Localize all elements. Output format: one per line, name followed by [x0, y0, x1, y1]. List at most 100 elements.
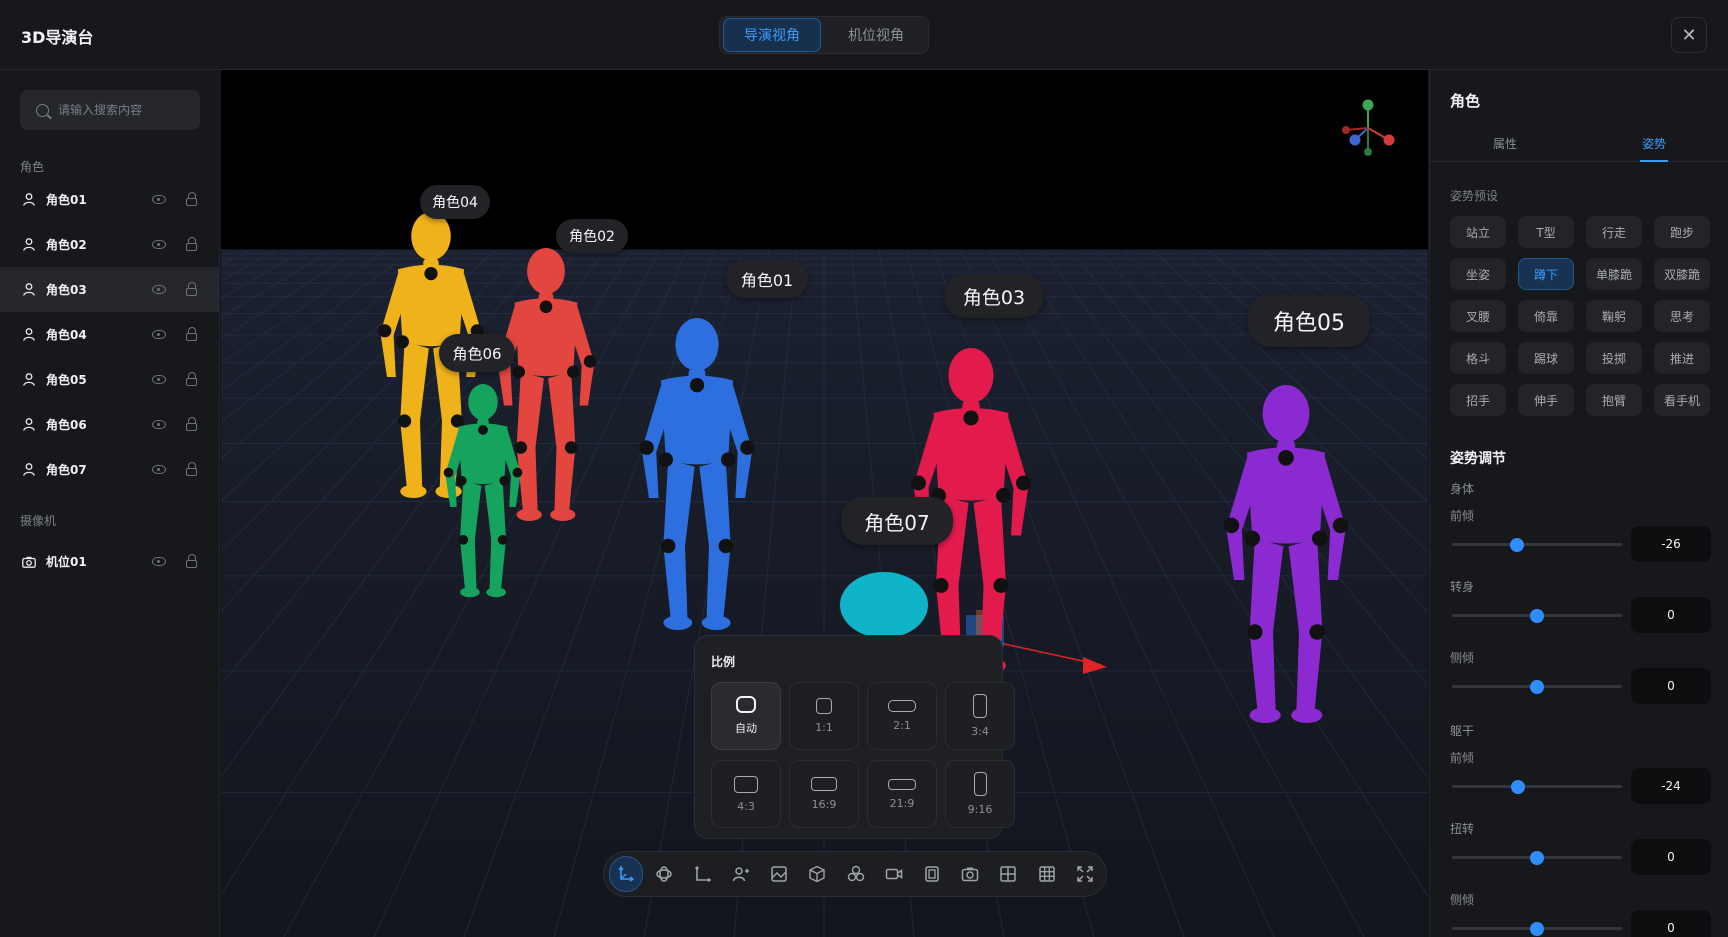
lock-icon[interactable] — [186, 237, 197, 251]
pose-preset-button[interactable]: 叉腰 — [1450, 300, 1506, 332]
pose-preset-button[interactable]: 格斗 — [1450, 342, 1506, 374]
fullscreen-tool-button[interactable] — [1068, 856, 1102, 892]
pose-preset-button[interactable]: 站立 — [1450, 216, 1506, 248]
slider-handle[interactable] — [1530, 922, 1544, 936]
person-icon — [22, 418, 36, 432]
pose-preset-button[interactable]: 投掷 — [1586, 342, 1642, 374]
lock-icon[interactable] — [186, 327, 197, 341]
slider-label: 扭转 — [1450, 822, 1475, 836]
grid-2-icon — [1000, 866, 1017, 882]
bend-axis-tool-button[interactable] — [686, 856, 720, 892]
camera-tool-button[interactable] — [953, 856, 987, 892]
pose-slider[interactable] — [1452, 538, 1622, 552]
ratio-option[interactable]: 1:1 — [789, 682, 859, 750]
pose-preset-button[interactable]: 推进 — [1654, 342, 1710, 374]
pose-preset-button[interactable]: 看手机 — [1654, 384, 1710, 416]
ratio-option[interactable]: 2:1 — [867, 682, 937, 750]
pose-preset-button[interactable]: 鞠躬 — [1586, 300, 1642, 332]
eye-icon[interactable] — [152, 375, 166, 384]
pose-preset-button[interactable]: 倚靠 — [1518, 300, 1574, 332]
rotate-tool-button[interactable] — [647, 856, 681, 892]
search-box[interactable] — [20, 90, 200, 130]
slider-value-input[interactable]: 0 — [1631, 839, 1711, 875]
pose-slider[interactable] — [1452, 680, 1622, 694]
image-tool-button[interactable] — [762, 856, 796, 892]
tab-properties[interactable]: 属性 — [1493, 135, 1517, 152]
pose-slider[interactable] — [1452, 609, 1622, 623]
person-icon — [22, 328, 36, 342]
pose-preset-button[interactable]: 招手 — [1450, 384, 1506, 416]
lock-icon[interactable] — [186, 462, 197, 476]
search-input[interactable] — [58, 103, 188, 117]
ratio-option[interactable]: 自动 — [711, 682, 781, 750]
pose-preset-button[interactable]: 踢球 — [1518, 342, 1574, 374]
axis-move-tool-button[interactable] — [609, 856, 644, 892]
tab-camera-view[interactable]: 机位视角 — [827, 18, 925, 52]
ratio-option[interactable]: 9:16 — [945, 760, 1015, 828]
pose-preset-button[interactable]: 坐姿 — [1450, 258, 1506, 290]
pose-preset-button[interactable]: 抱臂 — [1586, 384, 1642, 416]
pose-slider[interactable] — [1452, 780, 1622, 794]
eye-icon[interactable] — [152, 240, 166, 249]
video-camera-tool-button[interactable] — [877, 856, 911, 892]
ratio-shape-icon — [888, 778, 916, 790]
ratio-option[interactable]: 3:4 — [945, 682, 1015, 750]
slider-handle[interactable] — [1509, 538, 1524, 552]
ratio-option[interactable]: 4:3 — [711, 760, 781, 828]
eye-icon[interactable] — [152, 285, 166, 294]
pose-preset-button[interactable]: 行走 — [1586, 216, 1642, 248]
lock-icon[interactable] — [186, 554, 197, 568]
slider-value-input[interactable]: -26 — [1631, 526, 1711, 562]
ratio-label: 1:1 — [815, 721, 833, 734]
frame-tool-button[interactable] — [915, 856, 949, 892]
list-item-role[interactable]: 角色07 — [0, 447, 219, 492]
list-item-role[interactable]: 角色02 — [0, 222, 219, 267]
grid-2-tool-button[interactable] — [991, 856, 1025, 892]
cube-tool-button[interactable] — [800, 856, 834, 892]
slider-handle[interactable] — [1530, 680, 1544, 694]
person-icon — [22, 193, 36, 207]
tab-pose[interactable]: 姿势 — [1642, 135, 1666, 152]
slider-value-input[interactable]: 0 — [1631, 668, 1711, 704]
slider-value-input[interactable]: 0 — [1631, 910, 1711, 937]
eye-icon[interactable] — [152, 465, 166, 474]
list-item-role[interactable]: 角色03 — [0, 267, 219, 312]
lock-icon[interactable] — [186, 192, 197, 206]
pose-preset-button[interactable]: 蹲下 — [1518, 258, 1574, 290]
eye-icon[interactable] — [152, 195, 166, 204]
tab-director-view[interactable]: 导演视角 — [723, 18, 821, 52]
list-item-role[interactable]: 角色04 — [0, 312, 219, 357]
slider-handle[interactable] — [1530, 609, 1544, 623]
lock-icon[interactable] — [186, 417, 197, 431]
list-item-role[interactable]: 角色05 — [0, 357, 219, 402]
pose-preset-button[interactable]: T型 — [1518, 216, 1574, 248]
slider-handle[interactable] — [1530, 851, 1544, 865]
slider-handle[interactable] — [1511, 780, 1526, 794]
slider-group-label: 身体 — [1450, 482, 1475, 496]
lock-icon[interactable] — [186, 282, 197, 296]
eye-icon[interactable] — [152, 330, 166, 339]
eye-icon[interactable] — [152, 557, 166, 566]
pose-slider[interactable] — [1452, 922, 1622, 936]
list-item-role[interactable]: 角色01 — [0, 177, 219, 222]
pose-preset-button[interactable]: 思考 — [1654, 300, 1710, 332]
ratio-option[interactable]: 21:9 — [867, 760, 937, 828]
add-person-tool-button[interactable] — [724, 856, 758, 892]
grid-3-tool-button[interactable] — [1030, 856, 1064, 892]
pose-preset-button[interactable]: 跑步 — [1654, 216, 1710, 248]
ratio-option[interactable]: 16:9 — [789, 760, 859, 828]
lock-icon[interactable] — [186, 372, 197, 386]
role-label: 角色06 — [46, 418, 87, 432]
list-item-role[interactable]: 角色06 — [0, 402, 219, 447]
list-item-camera[interactable]: 机位01 — [0, 539, 219, 584]
group-tool-button[interactable] — [838, 856, 872, 892]
close-button[interactable]: ✕ — [1671, 17, 1707, 53]
slider-value-input[interactable]: -24 — [1631, 768, 1711, 804]
slider-value-input[interactable]: 0 — [1631, 597, 1711, 633]
pose-preset-button[interactable]: 单膝跪 — [1586, 258, 1642, 290]
3d-viewport[interactable]: 角色04 角色02 角色01 角色03 角色05 角色06 角色07 比例 自动 1:1 2:1… — [221, 70, 1428, 937]
pose-preset-button[interactable]: 伸手 — [1518, 384, 1574, 416]
eye-icon[interactable] — [152, 420, 166, 429]
pose-slider[interactable] — [1452, 851, 1622, 865]
pose-preset-button[interactable]: 双膝跪 — [1654, 258, 1710, 290]
